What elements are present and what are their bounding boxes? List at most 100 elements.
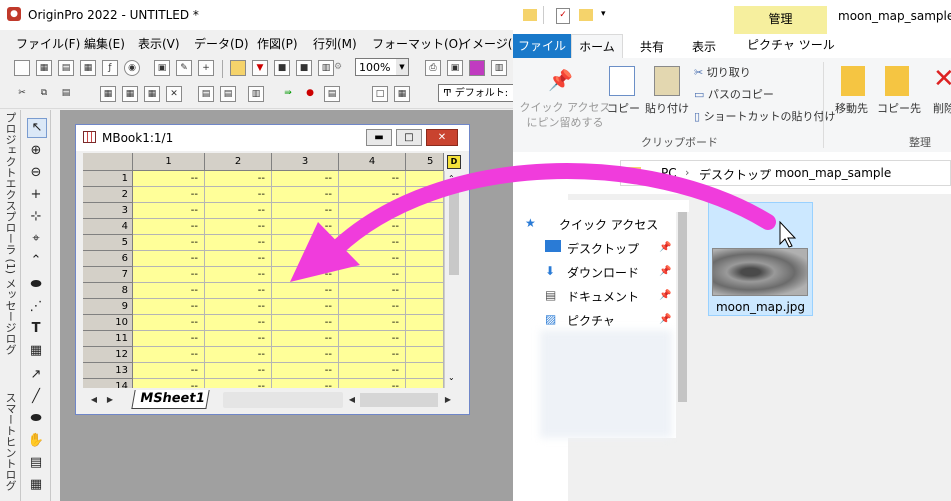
new-graph-icon[interactable]: ▤ <box>58 60 74 76</box>
new-notes-icon[interactable]: ✎ <box>176 60 192 76</box>
table-cell[interactable] <box>406 171 444 187</box>
table-cell[interactable]: -- <box>133 347 205 363</box>
worksheet-grid[interactable]: 1 2 3 4 5 1 -- -- -- -- 2 -- -- -- -- 3 -- -- -- -- 4 --… <box>83 153 444 388</box>
row-header[interactable]: 3 <box>83 203 133 219</box>
copy-path-button[interactable]: ▭ パスのコピー <box>694 86 774 102</box>
table-cell[interactable]: -- <box>205 251 272 267</box>
scroll-right-icon[interactable]: ▶ <box>441 393 455 407</box>
copy-to-button[interactable]: コピー先 <box>877 100 921 116</box>
table-cell[interactable]: -- <box>272 347 339 363</box>
insert-icon[interactable]: ▦ <box>144 86 160 102</box>
text-tool-icon[interactable]: T <box>27 320 45 338</box>
table-cell[interactable]: -- <box>133 251 205 267</box>
column-header[interactable]: 1 <box>133 153 205 171</box>
arrow-tool-icon[interactable]: ↗ <box>27 366 45 384</box>
layout-icon[interactable]: ▤ <box>324 86 340 102</box>
screen-reader-icon[interactable]: ⌖ <box>27 230 45 248</box>
row-header[interactable]: 10 <box>83 315 133 331</box>
table-cell[interactable]: -- <box>272 203 339 219</box>
table-cell[interactable]: -- <box>133 315 205 331</box>
print-icon[interactable]: ⎙ <box>425 60 441 76</box>
close-button[interactable]: ✕ <box>426 129 458 146</box>
table-cell[interactable]: -- <box>205 203 272 219</box>
sheet-tab[interactable]: MSheet1 <box>131 390 210 409</box>
insert-graph-icon[interactable]: ▤ <box>27 454 45 472</box>
add-column-icon[interactable]: ▦ <box>100 86 116 102</box>
insert-table-icon[interactable]: ▦ <box>27 476 45 494</box>
pin-icon[interactable]: 📌 <box>659 314 671 325</box>
new-layout-icon[interactable]: ▣ <box>154 60 170 76</box>
table-cell[interactable]: -- <box>339 235 406 251</box>
tab-view[interactable]: 表示 <box>692 38 716 55</box>
table-cell[interactable]: -- <box>205 283 272 299</box>
pin-icon[interactable]: 📌 <box>659 266 671 277</box>
frame-icon[interactable]: □ <box>372 86 388 102</box>
paste-shortcut-button[interactable]: ▯ ショートカットの貼り付け <box>694 108 836 124</box>
table-cell[interactable]: -- <box>133 331 205 347</box>
new-project-icon[interactable] <box>14 60 30 76</box>
table-cell[interactable]: -- <box>339 267 406 283</box>
table-cell[interactable]: -- <box>272 187 339 203</box>
table-cell[interactable]: -- <box>272 171 339 187</box>
menu-edit[interactable]: 編集(E) <box>84 35 125 52</box>
annotation-icon[interactable]: ⌃ <box>27 252 45 270</box>
move-to-button[interactable]: 移動先 <box>835 100 868 116</box>
corner-cell[interactable] <box>83 153 133 171</box>
chevron-down-icon[interactable]: ▾ <box>601 9 606 19</box>
row-header[interactable]: 12 <box>83 347 133 363</box>
paste-icon[interactable]: ▤ <box>58 86 74 102</box>
back-icon[interactable]: ← <box>527 165 539 181</box>
chevron-up-icon[interactable]: ⌃ <box>448 174 455 183</box>
column-header[interactable]: 2 <box>205 153 272 171</box>
line-tool-icon[interactable]: ╱ <box>27 388 45 406</box>
table-cell[interactable]: -- <box>205 363 272 379</box>
pin-icon[interactable]: 📌 <box>659 242 671 253</box>
delete-column-icon[interactable]: ✕ <box>166 86 182 102</box>
table-cell[interactable]: -- <box>133 283 205 299</box>
menu-format[interactable]: フォーマット(O) <box>372 35 463 52</box>
tab-picture-tools[interactable]: ピクチャ ツール <box>747 36 835 53</box>
table-cell[interactable]: -- <box>205 379 272 388</box>
save-icon[interactable]: ■ <box>274 60 290 76</box>
table-cell[interactable] <box>406 219 444 235</box>
new-function-icon[interactable]: ƒ <box>102 60 118 76</box>
table-cell[interactable]: -- <box>339 363 406 379</box>
table-cell[interactable] <box>406 187 444 203</box>
table-cell[interactable]: -- <box>339 315 406 331</box>
new-matrix-icon[interactable]: ▦ <box>80 60 96 76</box>
connect-icon[interactable]: ● <box>302 86 318 102</box>
table-cell[interactable]: -- <box>133 187 205 203</box>
table-cell[interactable]: -- <box>272 283 339 299</box>
horizontal-scrollbar[interactable] <box>223 392 343 408</box>
ellipse-tool-icon[interactable]: ⬬ <box>27 410 45 428</box>
workbook-title-bar[interactable]: MBook1:1/1 ▬ □ ✕ <box>76 125 469 151</box>
stats-icon[interactable]: ▤ <box>220 86 236 102</box>
breadcrumb-folder[interactable]: moon_map_sample <box>775 166 891 180</box>
table-cell[interactable]: -- <box>272 251 339 267</box>
zoom-select[interactable]: 100% ▼ <box>355 58 409 76</box>
refresh-icon[interactable]: ⚙ <box>330 60 346 76</box>
table-cell[interactable]: -- <box>272 363 339 379</box>
table-cell[interactable]: -- <box>133 235 205 251</box>
menu-plot[interactable]: 作図(P) <box>257 35 298 52</box>
table-cell[interactable]: -- <box>133 219 205 235</box>
add-row-icon[interactable]: ▦ <box>122 86 138 102</box>
scroll-thumb[interactable] <box>449 185 459 275</box>
add-column-button[interactable]: D <box>444 153 462 171</box>
globe-icon[interactable]: ◉ <box>124 60 140 76</box>
address-bar[interactable]: › PC › デスクトップ › moon_map_sample <box>620 160 951 186</box>
table-cell[interactable] <box>406 235 444 251</box>
table-cell[interactable]: -- <box>339 187 406 203</box>
row-header[interactable]: 1 <box>83 171 133 187</box>
table-cell[interactable]: -- <box>339 283 406 299</box>
scissors-icon[interactable]: ✂ <box>14 86 30 102</box>
copy-button[interactable]: コピー <box>607 100 640 116</box>
scroll-left-icon[interactable]: ◀ <box>345 393 359 407</box>
row-header[interactable]: 2 <box>83 187 133 203</box>
menu-image[interactable]: イメージ(I) <box>460 35 521 52</box>
table-cell[interactable]: -- <box>133 379 205 388</box>
table-cell[interactable]: -- <box>133 299 205 315</box>
crosshair-icon[interactable]: + <box>27 186 45 204</box>
table-cell[interactable]: -- <box>205 299 272 315</box>
nav-quick-access[interactable]: クイック アクセス <box>559 216 658 233</box>
